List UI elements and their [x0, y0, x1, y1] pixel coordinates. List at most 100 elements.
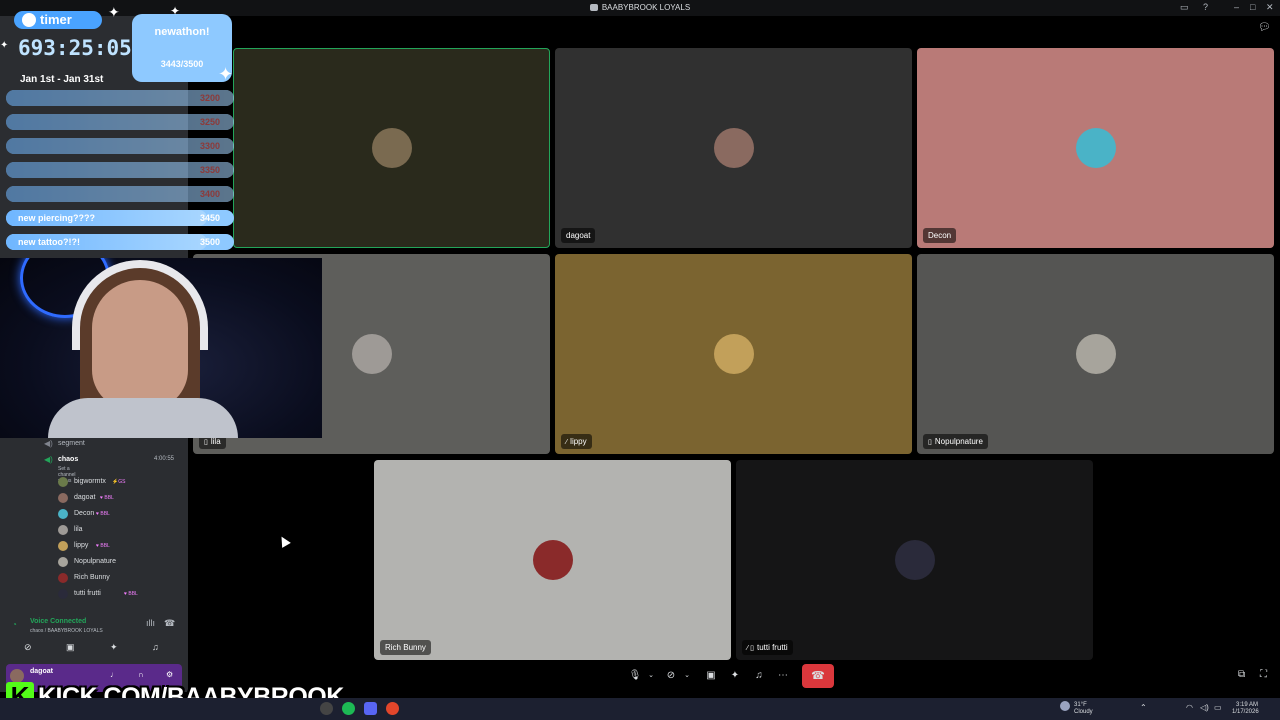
goal-value: 3400 — [199, 189, 220, 199]
settings-icon[interactable]: ⚙ — [166, 670, 173, 679]
video-grid: dagoat Decon ▯ lila ⁄ lippy ▯ Nopulpnature Rich … — [188, 16, 1280, 692]
participant-name-text: tutti frutti — [756, 643, 788, 652]
participant-name: Rich Bunny — [380, 640, 431, 655]
app-icon[interactable] — [320, 702, 333, 715]
disconnect-button[interactable]: ☎ — [802, 664, 834, 688]
sparkle-icon: ✦ — [0, 40, 9, 51]
subathon-title: newathon! — [154, 26, 210, 38]
participant-name-text: Decon — [928, 231, 952, 240]
wifi-icon[interactable]: ◠ — [1186, 703, 1193, 712]
participant-name: dagoat — [561, 228, 596, 243]
avatar — [713, 334, 754, 374]
weather-temp: 31°F — [1074, 702, 1087, 708]
soundboard-icon[interactable]: ♫ — [152, 642, 159, 652]
video-tile[interactable]: dagoat — [555, 48, 912, 248]
goal-bar: 3250 — [6, 114, 234, 130]
voice-member[interactable]: tutti frutti ♥ BBL — [0, 588, 188, 602]
sparkle-icon: ✦ — [108, 4, 120, 20]
participant-name-text: dagoat — [566, 231, 591, 240]
tray-chevron-icon[interactable]: ⌃ — [1140, 703, 1147, 712]
more-icon[interactable]: ⋯ — [774, 667, 792, 685]
close-button[interactable]: ✕ — [1266, 2, 1274, 13]
date-range: Jan 1st - Jan 31st — [20, 74, 104, 85]
fullscreen-icon[interactable]: ⛶ — [1260, 669, 1267, 680]
member-name: Nopulpnature — [74, 558, 117, 565]
clock-time[interactable]: 3:19 AM — [1236, 702, 1258, 708]
window-title-text: BAABYBROOK LOYALS — [601, 3, 691, 12]
participant-name: ⁄ ▯ tutti frutti — [742, 640, 793, 655]
sparkle-icon: ✦ — [170, 4, 181, 18]
video-tile[interactable]: ⁄ lippy — [555, 254, 912, 454]
avatar — [58, 573, 68, 583]
noise-icon[interactable]: ıllı — [146, 618, 155, 628]
goal-bar: new piercing???? 3450 — [6, 210, 234, 226]
timer-label-text: timer — [40, 12, 72, 27]
avatar — [894, 540, 935, 580]
voice-member[interactable]: Nopulpnature — [0, 556, 188, 570]
video-tile[interactable]: Rich Bunny — [374, 460, 731, 660]
voice-member[interactable]: lila — [0, 524, 188, 538]
microphone-icon[interactable]: ♩ — [110, 670, 118, 679]
voice-member[interactable]: dagoat ♥ BBL — [0, 492, 188, 506]
activities-icon[interactable]: ✦ — [110, 642, 118, 653]
voice-member[interactable]: lippy ♥ BBL — [0, 540, 188, 554]
channel-timer: 4:00:55 — [154, 456, 175, 462]
popout-icon[interactable]: ⧉ — [1238, 669, 1245, 680]
goal-label: new tattoo?!?! — [18, 237, 80, 247]
avatar — [532, 540, 573, 580]
discord-icon[interactable] — [364, 702, 377, 715]
voice-member[interactable]: bigwormtx ⚡GS — [0, 476, 188, 490]
goal-label: new piercing???? — [18, 213, 96, 223]
goal-value: 3200 — [199, 93, 220, 103]
mobile-icon: ▯ — [204, 439, 208, 446]
video-tile[interactable]: ▯ Nopulpnature — [917, 254, 1274, 454]
help-icon[interactable]: ? — [1203, 2, 1208, 12]
participant-name: ⁄ lippy — [561, 434, 592, 449]
voice-member[interactable]: Decon ♥ BBL — [0, 508, 188, 522]
activities-icon[interactable]: ✦ — [726, 667, 744, 685]
voice-channel-icon: ◀) — [44, 439, 53, 448]
minimize-button[interactable]: – — [1234, 2, 1239, 12]
member-badge: ♥ BBL — [96, 543, 110, 549]
webcam-overlay — [0, 258, 322, 438]
avatar — [371, 128, 412, 168]
camera-off-icon[interactable]: ⊘ — [24, 642, 32, 653]
voice-channel-icon: ◀) — [44, 455, 53, 464]
avatar — [1075, 334, 1116, 374]
timer-label: timer — [14, 11, 102, 29]
member-name: bigwormtx — [74, 478, 106, 485]
member-name: tutti frutti — [74, 590, 101, 597]
channel-name: chaos — [58, 456, 79, 463]
goal-bar: 3400 — [6, 186, 234, 202]
disconnect-icon[interactable]: ☎ — [164, 618, 175, 629]
goal-value: 3250 — [199, 117, 220, 127]
goal-value: 3500 — [199, 237, 220, 247]
spotify-icon[interactable] — [342, 702, 355, 715]
screen-share-icon[interactable]: ▣ — [702, 667, 720, 685]
voice-member[interactable]: Rich Bunny — [0, 572, 188, 586]
chevron-down-icon[interactable]: ⌄ — [642, 667, 660, 685]
subathon-count: 3443/3500 — [160, 59, 204, 69]
member-name: Decon — [74, 510, 95, 517]
chat-icon[interactable]: 💬︎ — [1258, 22, 1271, 33]
headphones-icon[interactable]: ∩ — [138, 670, 144, 679]
member-badge: ♥ BBL — [124, 591, 138, 597]
video-tile[interactable] — [233, 48, 550, 248]
video-tile[interactable]: ⁄ ▯ tutti frutti — [736, 460, 1093, 660]
avatar — [351, 334, 392, 374]
maximize-button[interactable]: □ — [1250, 2, 1255, 12]
video-tile[interactable]: Decon — [917, 48, 1274, 248]
chevron-down-icon[interactable]: ⌄ — [678, 667, 696, 685]
goal-bar: new tattoo?!?! 3500 — [6, 234, 234, 250]
goal-value: 3450 — [199, 213, 220, 223]
clock-date[interactable]: 1/17/2026 — [1232, 709, 1259, 715]
screen-share-icon[interactable]: ▣ — [66, 642, 75, 653]
inbox-icon[interactable]: ▭ — [1180, 2, 1189, 13]
browser-icon[interactable] — [386, 702, 399, 715]
soundboard-icon[interactable]: ♫ — [750, 667, 768, 685]
volume-icon[interactable]: ◁) — [1200, 703, 1209, 712]
mobile-icon: ▯ — [928, 439, 932, 446]
battery-icon[interactable]: ▭ — [1214, 703, 1222, 712]
voice-connection-panel: ◔ Voice Connected chaos / BAABYBROOK LOY… — [6, 614, 182, 638]
member-name: lila — [74, 526, 83, 533]
